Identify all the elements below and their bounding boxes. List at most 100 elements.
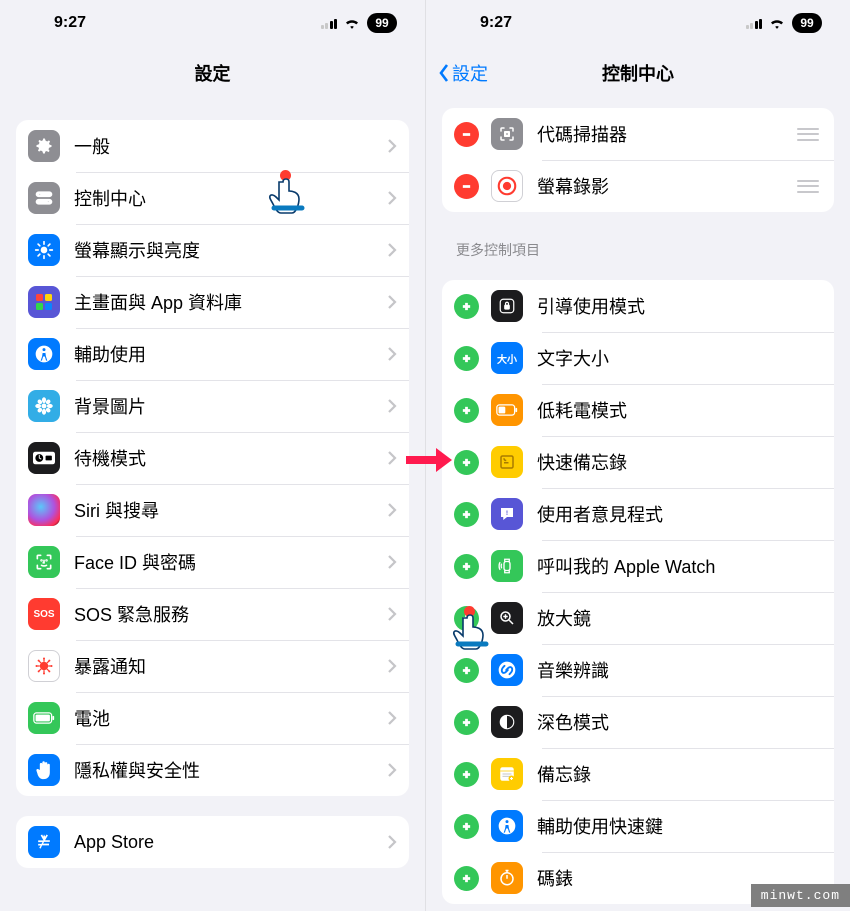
row-label: Face ID 與密碼 [74, 549, 387, 575]
back-label: 設定 [452, 60, 488, 86]
row-label: 深色模式 [537, 709, 822, 735]
row-label: 備忘錄 [537, 761, 822, 787]
row-sos[interactable]: SOS SOS 緊急服務 [16, 588, 409, 640]
page-title: 控制中心 [602, 60, 674, 86]
add-button[interactable] [454, 450, 479, 475]
low-power-icon [491, 394, 523, 426]
row-exposure[interactable]: 暴露通知 [16, 640, 409, 692]
row-dark-mode[interactable]: 深色模式 [442, 696, 834, 748]
virus-icon [28, 650, 60, 682]
row-battery[interactable]: 電池 [16, 692, 409, 744]
chevron-right-icon [387, 398, 397, 414]
row-label: 輔助使用 [74, 341, 387, 367]
row-magnifier[interactable]: 放大鏡 [442, 592, 834, 644]
row-label: 螢幕顯示與亮度 [74, 237, 387, 263]
row-accessibility-shortcut[interactable]: 輔助使用快速鍵 [442, 800, 834, 852]
row-screen-recording[interactable]: 螢幕錄影 [442, 160, 834, 212]
hand-icon [28, 754, 60, 786]
qr-icon [491, 118, 523, 150]
chevron-right-icon [387, 606, 397, 622]
add-button[interactable] [454, 606, 479, 631]
appstore-icon [28, 826, 60, 858]
row-siri[interactable]: Siri 與搜尋 [16, 484, 409, 536]
row-text-size[interactable]: 大小 文字大小 [442, 332, 834, 384]
clock-icon [28, 442, 60, 474]
row-label: 暴露通知 [74, 653, 387, 679]
status-indicators: 99 [746, 13, 823, 33]
add-button[interactable] [454, 710, 479, 735]
row-faceid[interactable]: Face ID 與密碼 [16, 536, 409, 588]
add-button[interactable] [454, 658, 479, 683]
chevron-left-icon [438, 63, 450, 83]
row-general[interactable]: 一般 [16, 120, 409, 172]
row-privacy[interactable]: 隱私權與安全性 [16, 744, 409, 796]
notes-icon [491, 758, 523, 790]
brightness-icon [28, 234, 60, 266]
add-button[interactable] [454, 814, 479, 839]
add-button[interactable] [454, 294, 479, 319]
feedback-icon: ! [491, 498, 523, 530]
quick-note-icon [491, 446, 523, 478]
battery-icon: 99 [792, 13, 822, 33]
row-display[interactable]: 螢幕顯示與亮度 [16, 224, 409, 276]
row-label: 隱私權與安全性 [74, 757, 387, 783]
siri-icon [28, 494, 60, 526]
chevron-right-icon [387, 138, 397, 154]
settings-group-main: 一般 控制中心 螢幕顯示與亮度 主畫面與 App 資料庫 [16, 120, 409, 796]
control-center-content[interactable]: 代碼掃描器 螢幕錄影 更多控制項目 引導使用模式 大小 文字大小 [426, 100, 850, 911]
face-id-icon [28, 546, 60, 578]
row-label: App Store [74, 832, 387, 853]
row-ping-watch[interactable]: 呼叫我的 Apple Watch [442, 540, 834, 592]
row-label: 呼叫我的 Apple Watch [537, 553, 822, 579]
wifi-icon [768, 17, 786, 30]
add-button[interactable] [454, 554, 479, 579]
row-feedback[interactable]: ! 使用者意見程式 [442, 488, 834, 540]
chevron-right-icon [387, 502, 397, 518]
chevron-right-icon [387, 294, 397, 310]
left-phone-settings: 9:27 99 設定 一般 控制中心 [0, 0, 425, 911]
nav-bar: 設定 [0, 46, 425, 100]
shazam-icon [491, 654, 523, 686]
settings-content[interactable]: 一般 控制中心 螢幕顯示與亮度 主畫面與 App 資料庫 [0, 100, 425, 911]
row-label: 低耗電模式 [537, 397, 822, 423]
remove-button[interactable] [454, 122, 479, 147]
row-notes[interactable]: 備忘錄 [442, 748, 834, 800]
drag-handle-icon[interactable] [794, 128, 822, 141]
row-standby[interactable]: 待機模式 [16, 432, 409, 484]
row-label: 使用者意見程式 [537, 501, 822, 527]
row-low-power[interactable]: 低耗電模式 [442, 384, 834, 436]
accessibility-shortcut-icon [491, 810, 523, 842]
row-label: Siri 與搜尋 [74, 497, 387, 523]
chevron-right-icon [387, 450, 397, 466]
remove-button[interactable] [454, 174, 479, 199]
ping-watch-icon [491, 550, 523, 582]
row-music-recognition[interactable]: 音樂辨識 [442, 644, 834, 696]
battery-icon: 99 [367, 13, 397, 33]
status-time: 9:27 [480, 14, 512, 32]
row-wallpaper[interactable]: 背景圖片 [16, 380, 409, 432]
row-home-screen[interactable]: 主畫面與 App 資料庫 [16, 276, 409, 328]
row-code-scanner[interactable]: 代碼掃描器 [442, 108, 834, 160]
apps-grid-icon [28, 286, 60, 318]
add-button[interactable] [454, 502, 479, 527]
row-accessibility[interactable]: 輔助使用 [16, 328, 409, 380]
add-button[interactable] [454, 866, 479, 891]
back-button[interactable]: 設定 [438, 60, 488, 86]
add-button[interactable] [454, 346, 479, 371]
row-guided-access[interactable]: 引導使用模式 [442, 280, 834, 332]
add-button[interactable] [454, 762, 479, 787]
row-appstore[interactable]: App Store [16, 816, 409, 868]
toggles-icon [28, 182, 60, 214]
chevron-right-icon [387, 762, 397, 778]
drag-handle-icon[interactable] [794, 180, 822, 193]
add-button[interactable] [454, 398, 479, 423]
row-label: SOS 緊急服務 [74, 601, 387, 627]
watermark: minwt.com [751, 884, 850, 907]
row-label: 一般 [74, 133, 387, 159]
battery-icon [28, 702, 60, 734]
included-controls-group: 代碼掃描器 螢幕錄影 [442, 108, 834, 212]
row-control-center[interactable]: 控制中心 [16, 172, 409, 224]
row-quick-note[interactable]: 快速備忘錄 [442, 436, 834, 488]
row-label: 快速備忘錄 [537, 449, 822, 475]
row-label: 代碼掃描器 [537, 121, 794, 147]
